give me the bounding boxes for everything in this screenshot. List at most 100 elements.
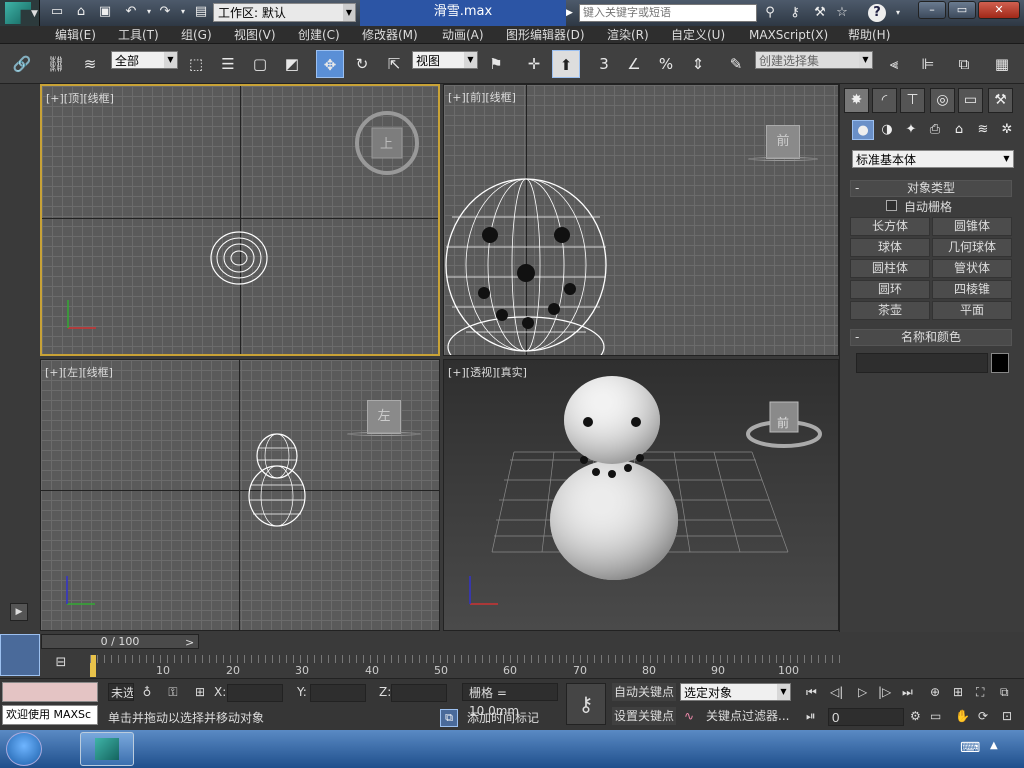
menu-rendering[interactable]: 渲染(R): [607, 26, 649, 44]
motion-tab-icon[interactable]: ◎: [930, 88, 955, 113]
link-icon[interactable]: 🔗: [8, 50, 36, 78]
unlink-icon[interactable]: ⛓: [42, 50, 70, 78]
time-slider[interactable]: 0 / 100: [41, 634, 199, 649]
rectangular-selection-icon[interactable]: ▢: [246, 50, 274, 78]
menu-graph-editors[interactable]: 图形编辑器(D): [506, 26, 585, 44]
maximize-button[interactable]: ▭: [948, 1, 976, 19]
tangent-icon[interactable]: ∿: [684, 707, 694, 725]
cylinder-button[interactable]: 圆柱体: [850, 259, 930, 278]
y-coordinate-input[interactable]: [310, 684, 366, 702]
percent-snap-icon[interactable]: %: [652, 50, 680, 78]
key-mode-toggle-icon[interactable]: ⏯: [806, 707, 816, 725]
add-time-tag[interactable]: 添加时间标记: [467, 709, 539, 727]
taskbar-3dsmax[interactable]: [80, 732, 134, 766]
snowman-top-wireframe[interactable]: [207, 228, 271, 288]
mirror-icon[interactable]: ⫷: [880, 50, 908, 78]
cone-button[interactable]: 圆锥体: [932, 217, 1012, 236]
named-selection-sets-dropdown[interactable]: 创建选择集 ▼: [755, 51, 873, 69]
help-dropdown-icon[interactable]: ▾: [888, 4, 908, 22]
menu-help[interactable]: 帮助(H): [848, 26, 890, 44]
create-tab-icon[interactable]: ✸: [844, 88, 869, 113]
viewport-left[interactable]: [+][左][线框] 左: [40, 359, 440, 631]
curve-editor-icon[interactable]: ⊟: [50, 655, 72, 675]
bind-space-warp-icon[interactable]: ≋: [76, 50, 104, 78]
project-folder-icon[interactable]: ▤: [192, 3, 210, 21]
pivot-center-icon[interactable]: ⚑: [482, 50, 510, 78]
zoom-extents-all-icon[interactable]: ⧉: [1000, 683, 1009, 701]
application-button[interactable]: ▼: [0, 0, 40, 26]
viewcube-front[interactable]: 前: [766, 125, 800, 159]
start-button[interactable]: [6, 732, 42, 766]
key-mode-dropdown[interactable]: 选定对象 ▼: [680, 683, 791, 701]
menu-maxscript[interactable]: MAXScript(X): [749, 26, 828, 44]
previous-frame-icon[interactable]: ◁|: [830, 683, 843, 701]
absolute-mode-icon[interactable]: ⊞: [192, 683, 208, 701]
space-warps-icon[interactable]: ≋: [972, 120, 994, 140]
viewcube-left[interactable]: 左: [367, 400, 401, 434]
cameras-icon[interactable]: ⎙: [924, 120, 946, 140]
select-by-name-icon[interactable]: ☰: [214, 50, 242, 78]
search-input[interactable]: [579, 4, 757, 22]
go-to-start-icon[interactable]: ⏮: [806, 683, 817, 701]
search-expand-icon[interactable]: ▶: [566, 4, 578, 22]
viewport-left-label[interactable]: [+][左][线框]: [45, 364, 113, 380]
edit-named-selection-icon[interactable]: ✎: [722, 50, 750, 78]
keyboard-icon[interactable]: ⌨: [960, 740, 980, 756]
reference-coordinate-dropdown[interactable]: 视图 ▼: [412, 51, 478, 69]
object-type-rollout[interactable]: - 对象类型: [850, 180, 1012, 197]
layer-manager-icon[interactable]: ⧉: [950, 50, 978, 78]
wrench-icon[interactable]: ⚒: [810, 4, 830, 22]
lock-selection-icon[interactable]: ⚿: [166, 683, 180, 701]
autogrid-checkbox[interactable]: [886, 200, 897, 211]
viewport-front-label[interactable]: [+][前][线框]: [448, 89, 516, 105]
plane-button[interactable]: 平面: [932, 301, 1012, 320]
lights-icon[interactable]: ✦: [900, 120, 922, 140]
snowman-left-wireframe[interactable]: [245, 430, 315, 530]
help-icon[interactable]: ?: [868, 4, 886, 22]
key-filters-button[interactable]: 关键点过滤器...: [706, 707, 789, 725]
viewport-top[interactable]: [+][顶][线框] 上: [40, 84, 440, 356]
object-color-swatch[interactable]: [991, 353, 1009, 373]
sphere-button[interactable]: 球体: [850, 238, 930, 257]
box-button[interactable]: 长方体: [850, 217, 930, 236]
display-tab-icon[interactable]: ▭: [958, 88, 983, 113]
pyramid-button[interactable]: 四棱锥: [932, 280, 1012, 299]
track-bar[interactable]: 10 20 30 40 50 60 70 80 90 100: [90, 653, 842, 678]
window-crossing-icon[interactable]: ◩: [278, 50, 306, 78]
time-next-icon[interactable]: >: [185, 636, 194, 649]
viewport-front[interactable]: [+][前][线框] 前: [443, 84, 839, 356]
menu-create[interactable]: 创建(C): [298, 26, 340, 44]
category-dropdown[interactable]: 标准基本体 ▼: [852, 150, 1014, 168]
time-tag-icon[interactable]: ⧉: [440, 709, 458, 727]
z-coordinate-input[interactable]: [391, 684, 447, 702]
utilities-tab-icon[interactable]: ⚒: [988, 88, 1013, 113]
teapot-button[interactable]: 茶壶: [850, 301, 930, 320]
viewport-layout-icon[interactable]: [0, 634, 40, 676]
auto-key-button[interactable]: 自动关键点: [612, 683, 677, 701]
zoom-icon[interactable]: ⊕: [930, 683, 940, 701]
select-and-rotate-icon[interactable]: ↻: [348, 50, 376, 78]
spinner-snap-icon[interactable]: ⇕: [684, 50, 712, 78]
align-icon[interactable]: ⊫: [914, 50, 942, 78]
menu-modifiers[interactable]: 修改器(M): [362, 26, 418, 44]
play-icon[interactable]: ▷: [858, 683, 867, 701]
select-and-manipulate-icon[interactable]: ✛: [520, 50, 548, 78]
new-file-icon[interactable]: ▭: [48, 3, 66, 21]
torus-button[interactable]: 圆环: [850, 280, 930, 299]
x-coordinate-input[interactable]: [227, 684, 283, 702]
viewport-perspective[interactable]: [+][透视][真实] 前: [443, 359, 839, 631]
viewport-top-label[interactable]: [+][顶][线框]: [46, 90, 114, 106]
tube-button[interactable]: 管状体: [932, 259, 1012, 278]
isolate-selection-icon[interactable]: ♁: [140, 683, 154, 701]
systems-icon[interactable]: ✲: [996, 120, 1018, 140]
time-config-icon[interactable]: ⚙: [910, 707, 921, 725]
snaps-toggle-icon[interactable]: 3: [590, 50, 618, 78]
snowman-front-wireframe[interactable]: [444, 177, 614, 356]
pan-view-icon[interactable]: ✋: [955, 707, 970, 725]
menu-edit[interactable]: 编辑(E): [55, 26, 96, 44]
redo-icon[interactable]: ↷: [156, 3, 174, 21]
menu-animation[interactable]: 动画(A): [442, 26, 484, 44]
shapes-icon[interactable]: ◑: [876, 120, 898, 140]
save-icon[interactable]: ▣: [96, 3, 114, 21]
star-icon[interactable]: ☆: [832, 4, 852, 22]
